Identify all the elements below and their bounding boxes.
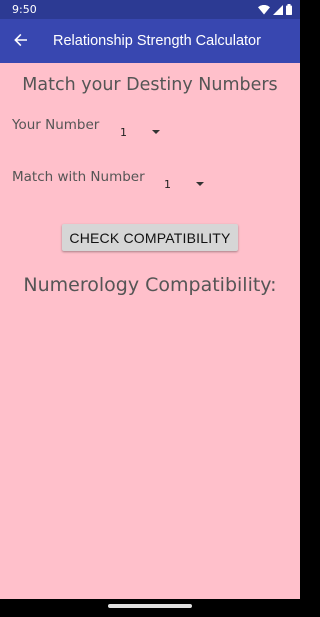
main-content: Match your Destiny Numbers Your Number 1… [0,63,300,599]
status-time: 9:50 [12,3,37,16]
match-number-spinner[interactable]: 1 [164,173,224,195]
cellular-icon [273,4,283,15]
wifi-icon [258,4,270,15]
check-compatibility-button[interactable]: CHECK COMPATIBILITY [62,224,238,251]
match-number-value: 1 [164,177,171,191]
page-heading: Match your Destiny Numbers [22,75,278,95]
result-heading: Numerology Compatibility: [23,274,277,296]
dropdown-arrow-icon [152,130,160,134]
navigation-bar [0,599,300,617]
your-number-spinner[interactable]: 1 [120,121,180,143]
status-icons [258,4,292,15]
status-bar: 9:50 [0,0,300,19]
match-number-label: Match with Number [12,169,145,185]
app-title: Relationship Strength Calculator [53,33,261,49]
your-number-value: 1 [120,125,127,139]
your-number-label: Your Number [12,117,100,133]
home-indicator[interactable] [108,604,192,608]
battery-icon [286,4,292,15]
arrow-back-icon [14,32,28,51]
back-button[interactable] [0,19,43,63]
app-bar: Relationship Strength Calculator [0,19,300,63]
dropdown-arrow-icon [196,182,204,186]
